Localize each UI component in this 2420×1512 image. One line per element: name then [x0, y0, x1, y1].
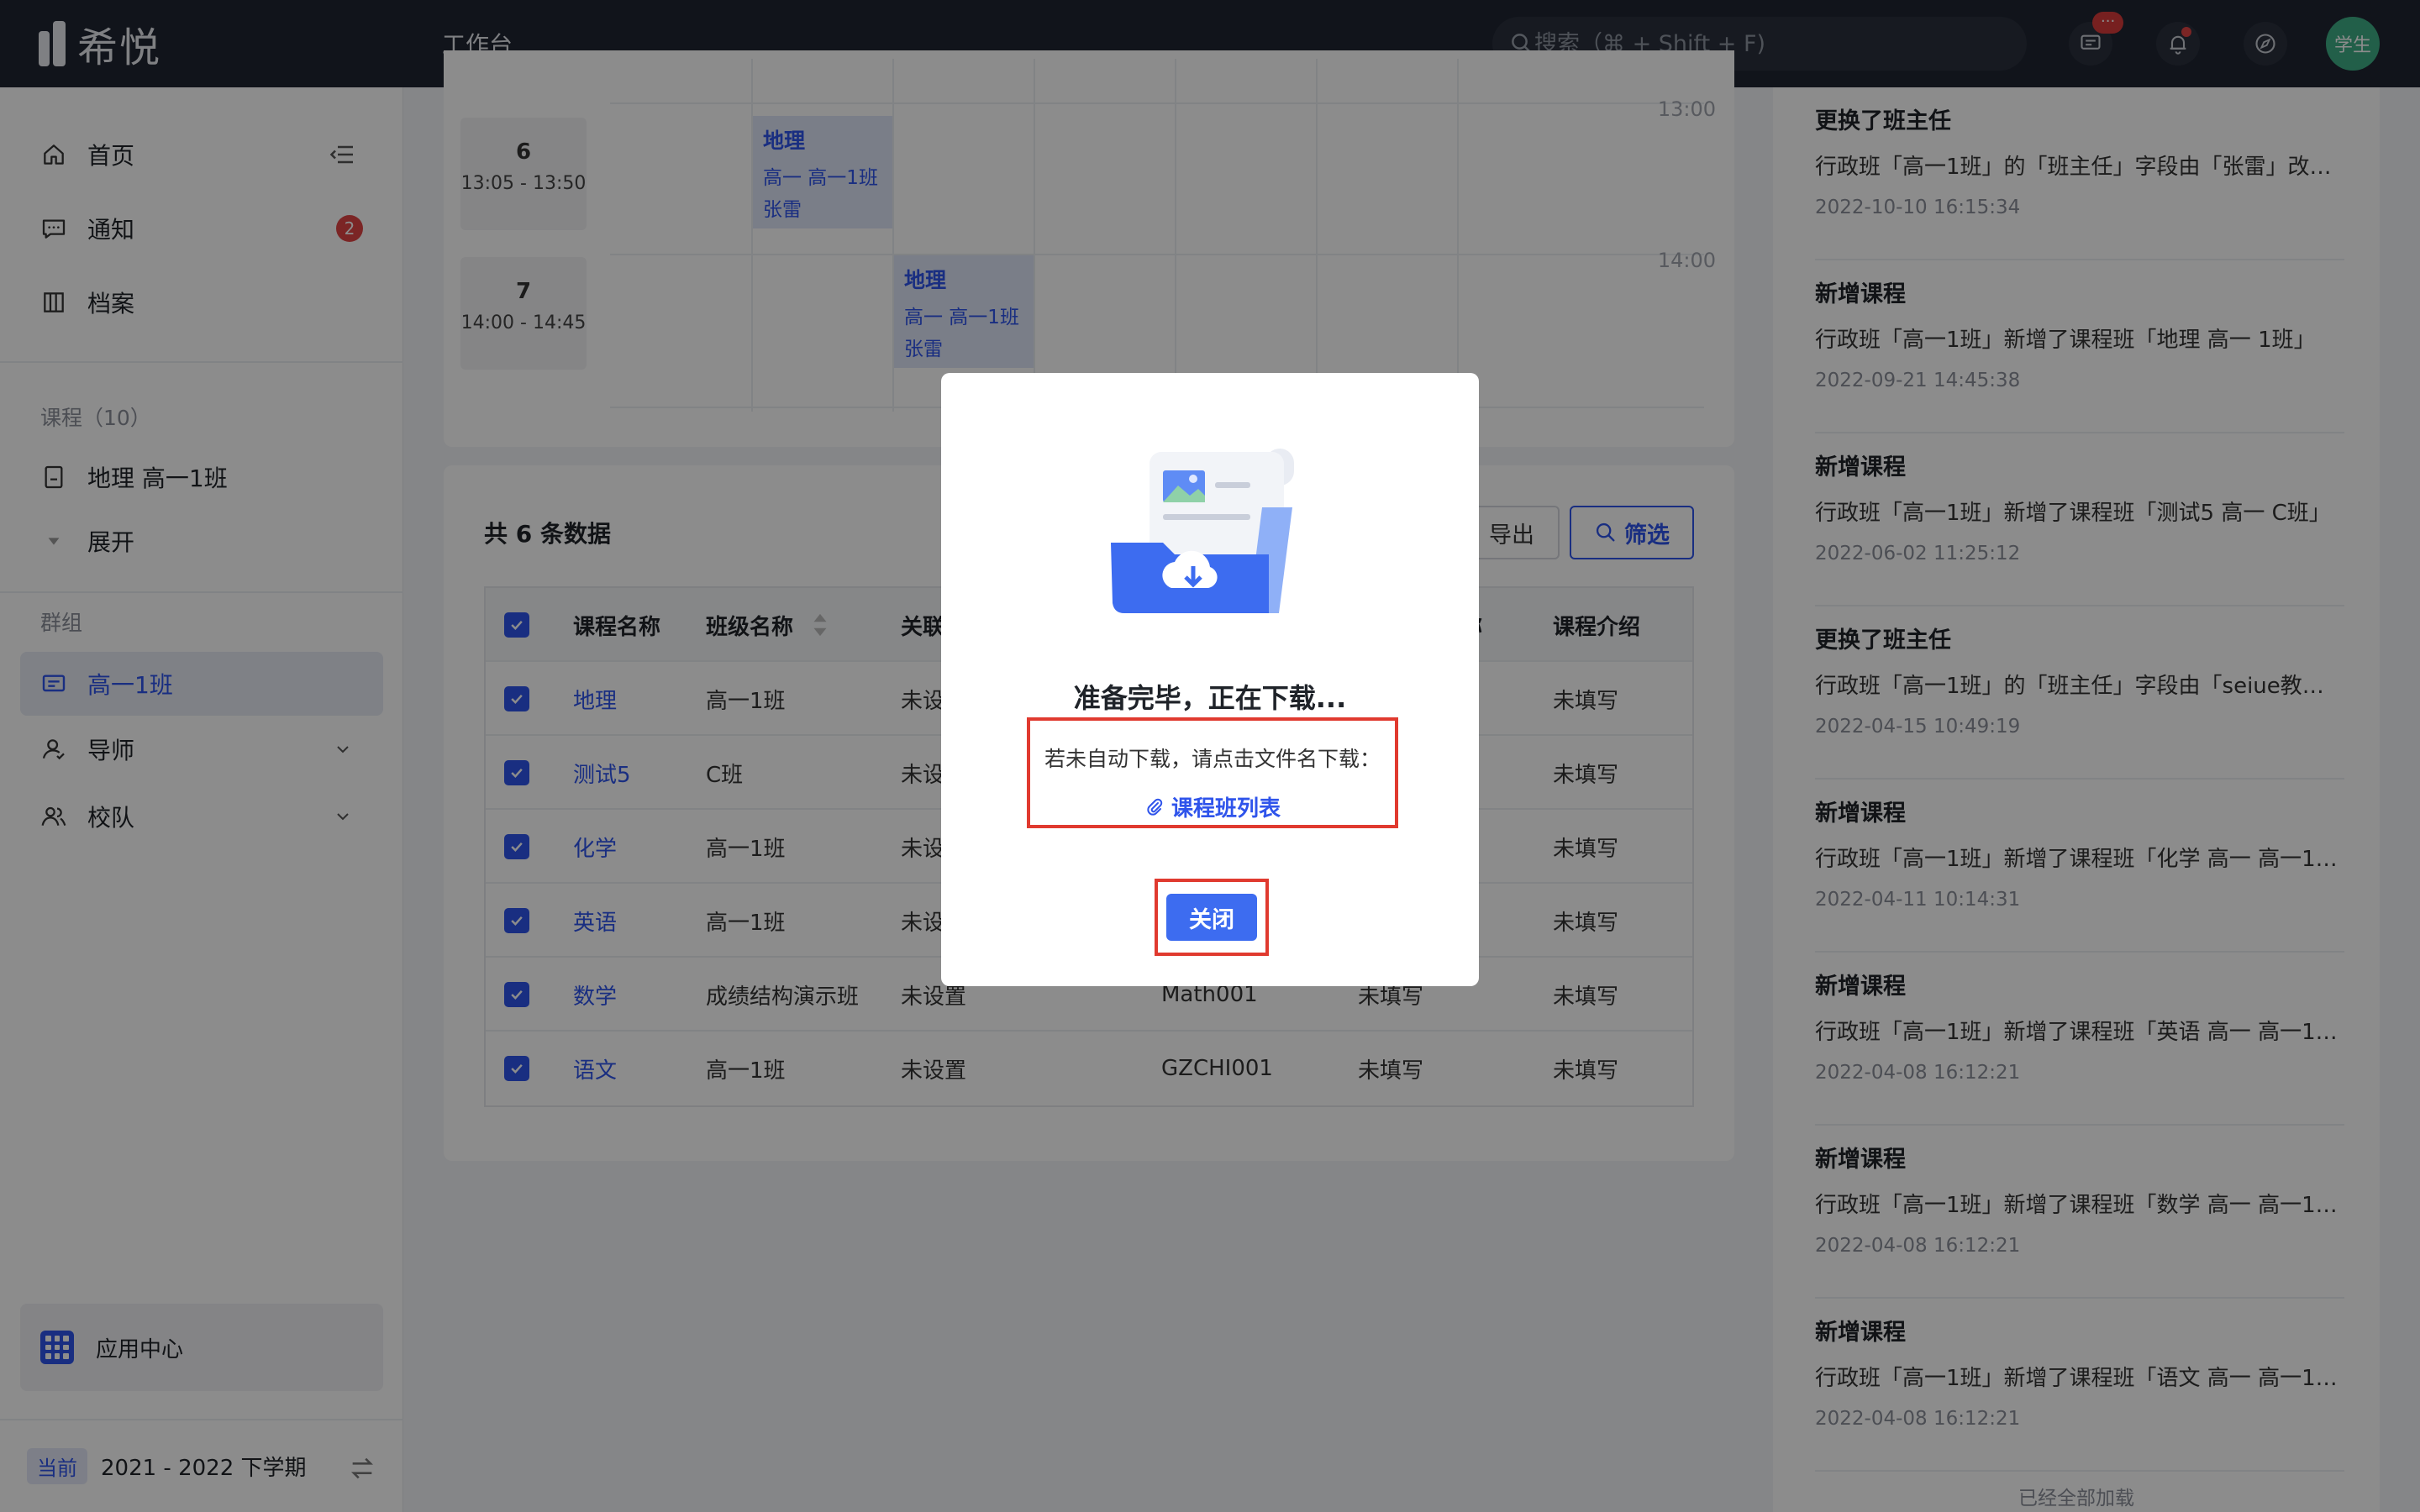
folder-download-icon: [1111, 449, 1294, 613]
paperclip-icon: [1147, 798, 1163, 816]
close-button-highlight: 关闭: [1155, 879, 1269, 956]
close-button[interactable]: 关闭: [1166, 894, 1257, 941]
download-modal: 准备完毕，正在下载... 若未自动下载，请点击文件名下载： 课程班列表 关闭: [941, 373, 1479, 986]
modal-title: 准备完毕，正在下载...: [1073, 682, 1347, 714]
file-name: 课程班列表: [1171, 796, 1281, 822]
download-hint-box: 若未自动下载，请点击文件名下载： 课程班列表: [1027, 717, 1398, 828]
download-hint-text: 若未自动下载，请点击文件名下载：: [1044, 747, 1381, 771]
file-download-link[interactable]: 课程班列表: [1030, 791, 1395, 822]
